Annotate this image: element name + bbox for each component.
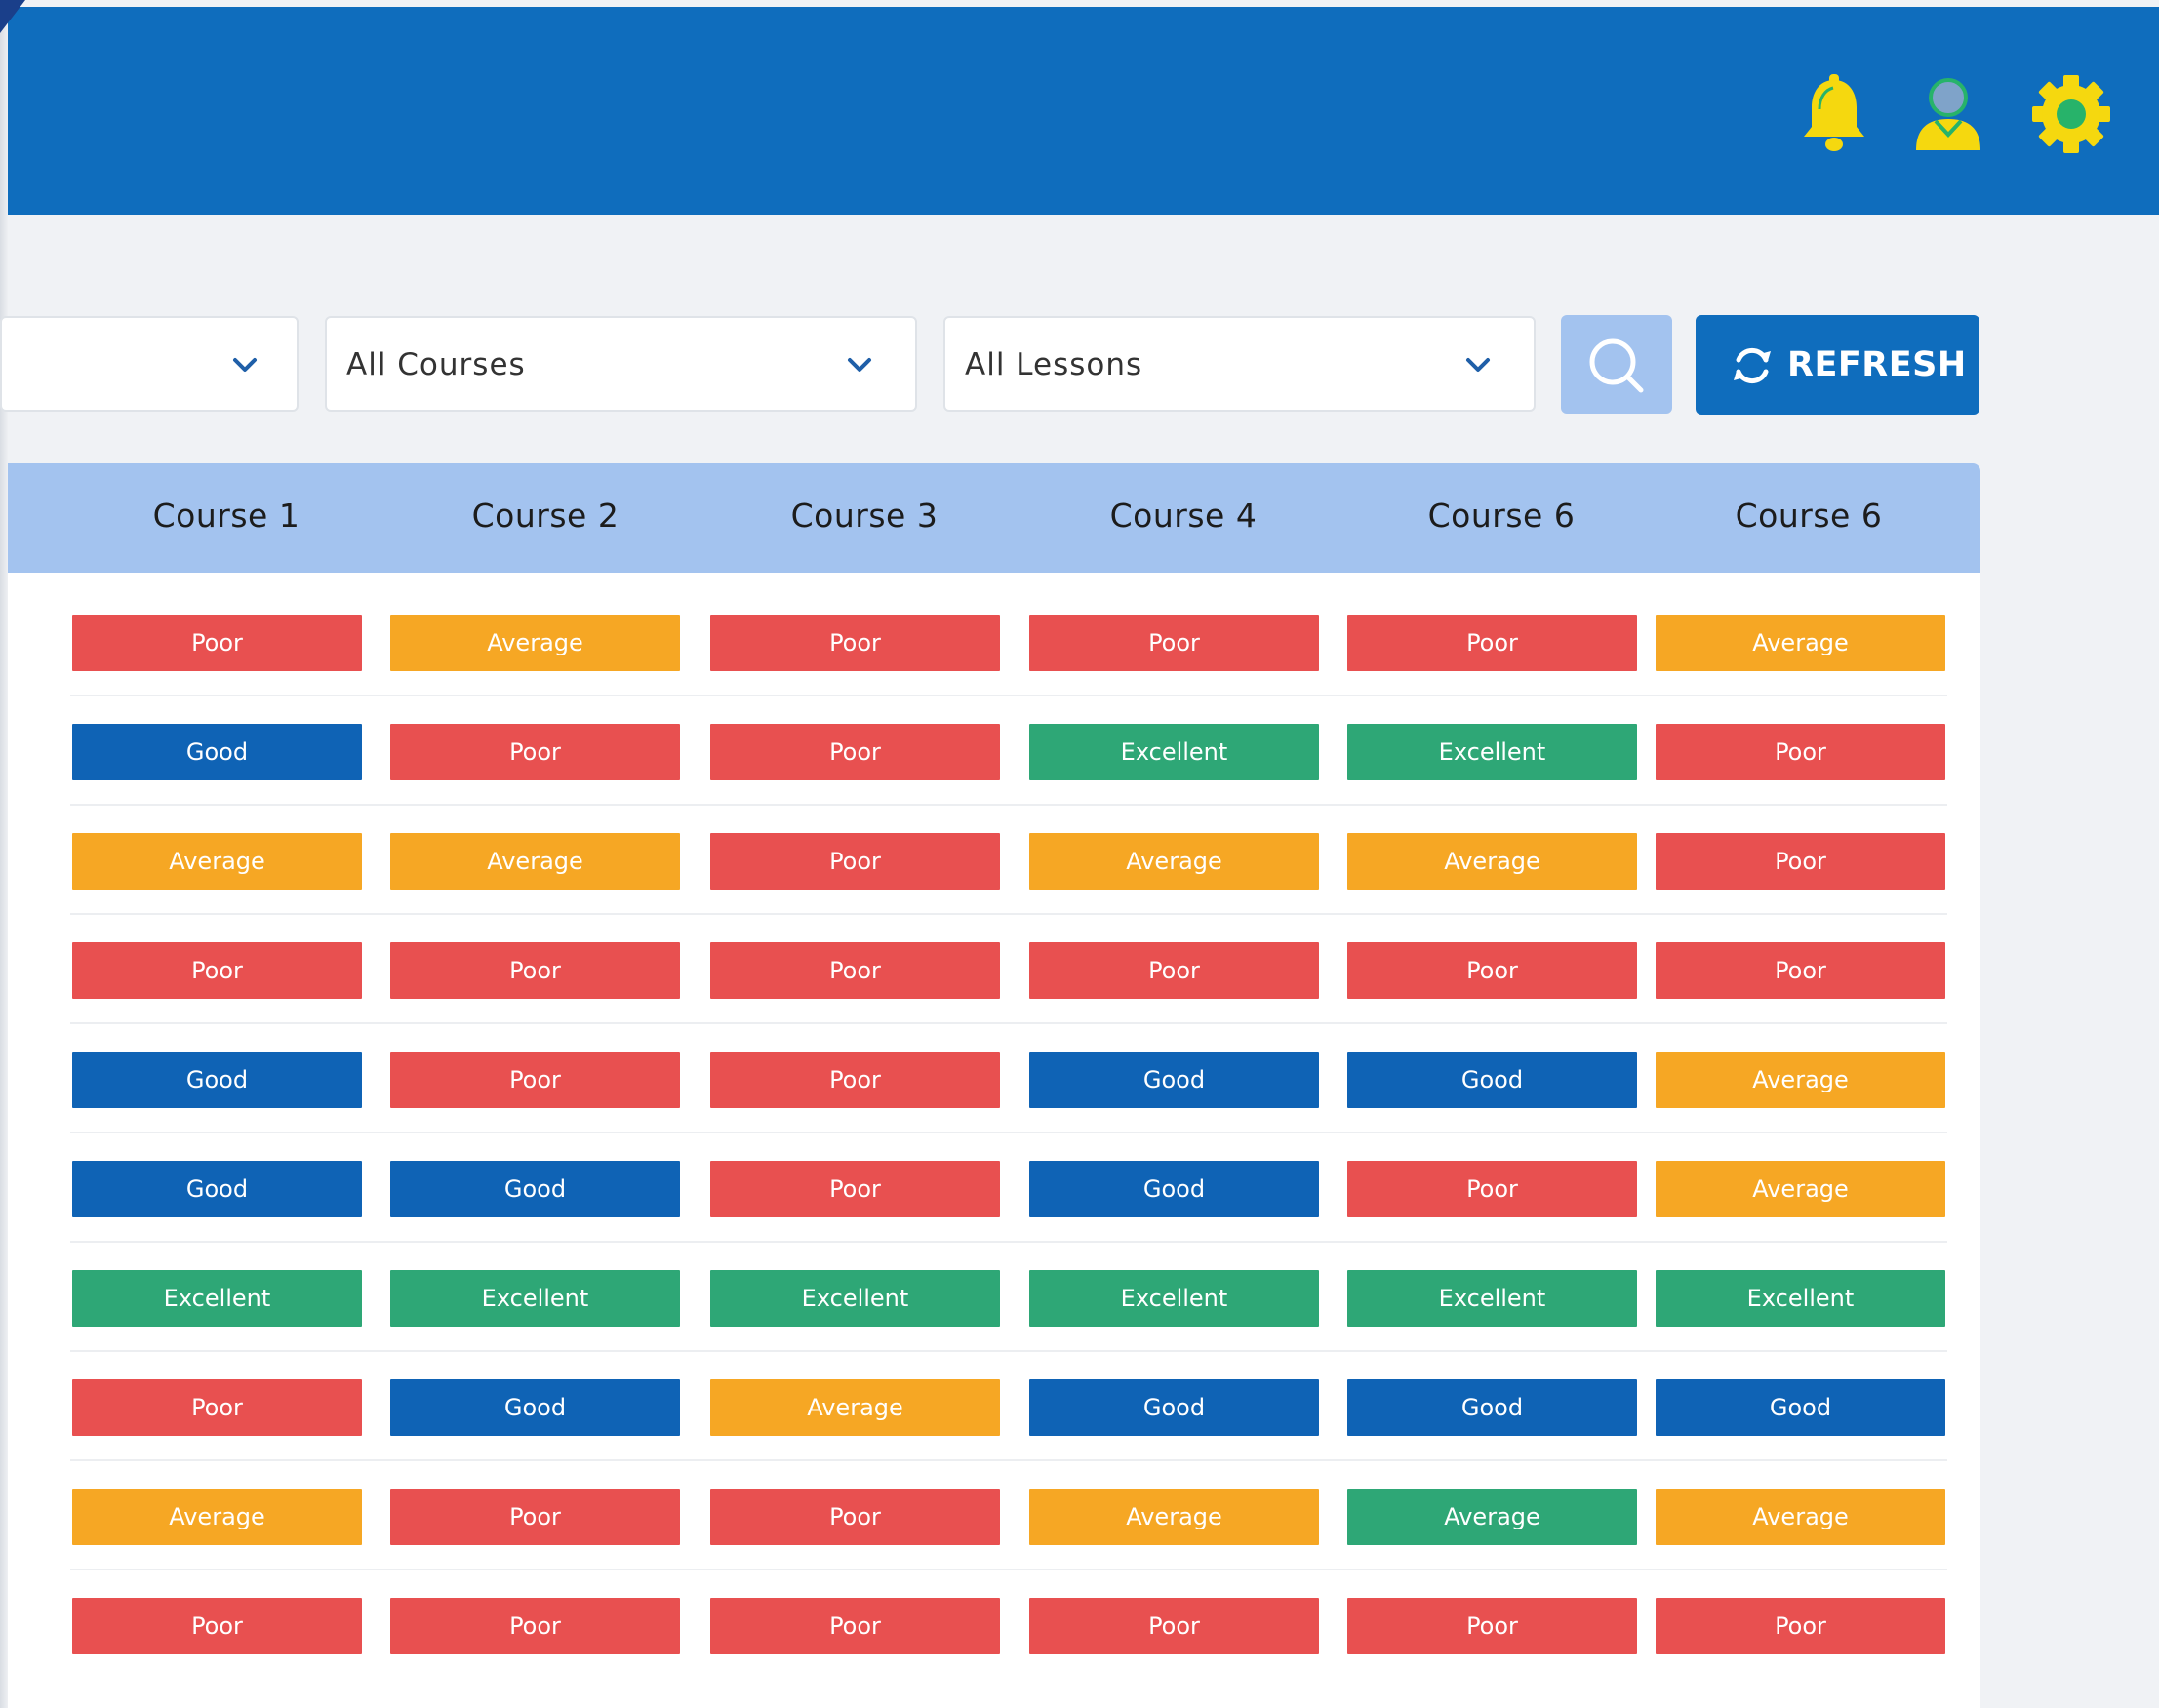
grade-badge: Poor: [1656, 1598, 1945, 1654]
grade-badge: Average: [1656, 1161, 1945, 1217]
grade-badge: Poor: [72, 942, 362, 999]
grade-badge: Poor: [710, 615, 1000, 671]
filter-select-1[interactable]: [0, 316, 299, 412]
grade-badge: Average: [1656, 1489, 1945, 1545]
grade-badge: Excellent: [1347, 1270, 1637, 1327]
grade-badge: Good: [72, 1161, 362, 1217]
grade-badge: Poor: [1029, 1598, 1319, 1654]
grade-badge: Poor: [1656, 724, 1945, 780]
row-divider: [70, 1241, 1947, 1243]
grade-badge: Good: [72, 724, 362, 780]
row-divider: [70, 1350, 1947, 1352]
grade-badge: Good: [1029, 1161, 1319, 1217]
courses-select-value: All Courses: [346, 347, 526, 382]
courses-select[interactable]: All Courses: [325, 316, 917, 412]
grade-badge: Average: [1656, 1052, 1945, 1108]
refresh-button[interactable]: REFRESH: [1696, 315, 1979, 415]
gear-icon[interactable]: [2031, 70, 2111, 158]
row-divider: [70, 695, 1947, 696]
row-divider: [70, 1132, 1947, 1133]
grade-badge: Poor: [390, 1052, 680, 1108]
grade-badge: Average: [72, 833, 362, 890]
table-header-row: Course 1 Course 2 Course 3 Course 4 Cour…: [8, 463, 1980, 573]
grade-badge: Average: [710, 1379, 1000, 1436]
grade-badge: Average: [1029, 833, 1319, 890]
column-header-course-1[interactable]: Course 1: [80, 497, 373, 535]
grade-badge: Poor: [1656, 833, 1945, 890]
grade-badge: Poor: [72, 1598, 362, 1654]
grade-badge: Poor: [710, 1598, 1000, 1654]
grade-badge: Excellent: [1656, 1270, 1945, 1327]
grade-badge: Excellent: [1347, 724, 1637, 780]
grade-badge: Good: [72, 1052, 362, 1108]
grade-badge: Poor: [710, 724, 1000, 780]
grade-badge: Average: [390, 615, 680, 671]
grade-badge: Poor: [1347, 942, 1637, 999]
chevron-down-icon: [1465, 355, 1491, 375]
row-divider: [70, 804, 1947, 806]
grade-badge: Poor: [1029, 942, 1319, 999]
grade-badge: Good: [1029, 1379, 1319, 1436]
grade-badge: Poor: [710, 1489, 1000, 1545]
row-divider: [70, 1022, 1947, 1024]
grade-badge: Average: [1029, 1489, 1319, 1545]
grade-badge: Poor: [72, 1379, 362, 1436]
grade-badge: Poor: [72, 615, 362, 671]
corner-mark: [0, 0, 25, 33]
grade-badge: Good: [390, 1161, 680, 1217]
grade-badge: Poor: [1347, 615, 1637, 671]
column-header-course-6[interactable]: Course 6: [1355, 497, 1648, 535]
row-divider: [70, 913, 1947, 915]
lessons-select[interactable]: All Lessons: [943, 316, 1536, 412]
grade-badge: Good: [1029, 1052, 1319, 1108]
grade-badge: Good: [390, 1379, 680, 1436]
grade-badge: Average: [72, 1489, 362, 1545]
grade-badge: Poor: [390, 724, 680, 780]
lessons-select-value: All Lessons: [965, 347, 1143, 382]
grade-badge: Poor: [390, 1489, 680, 1545]
grade-badge: Poor: [1347, 1161, 1637, 1217]
refresh-icon: [1729, 342, 1776, 389]
grade-badge: Good: [1347, 1379, 1637, 1436]
column-header-course-6b[interactable]: Course 6: [1662, 497, 1955, 535]
grade-badge: Average: [1347, 833, 1637, 890]
column-header-course-2[interactable]: Course 2: [399, 497, 692, 535]
grade-badge: Poor: [710, 1052, 1000, 1108]
grade-badge: Poor: [1347, 1598, 1637, 1654]
grade-badge: Poor: [710, 833, 1000, 890]
row-divider: [70, 1569, 1947, 1570]
grade-badge: Good: [1347, 1052, 1637, 1108]
grade-badge: Poor: [1656, 942, 1945, 999]
grade-badge: Excellent: [1029, 1270, 1319, 1327]
grade-badge: Poor: [390, 942, 680, 999]
chevron-down-icon: [232, 355, 258, 375]
grade-badge: Poor: [1029, 615, 1319, 671]
bell-icon[interactable]: [1794, 70, 1874, 158]
refresh-button-label: REFRESH: [1787, 345, 1967, 384]
grade-badge: Poor: [390, 1598, 680, 1654]
grade-badge: Good: [1656, 1379, 1945, 1436]
grade-badge: Excellent: [390, 1270, 680, 1327]
column-header-course-4[interactable]: Course 4: [1037, 497, 1330, 535]
page-left-edge: [0, 0, 8, 1708]
grade-badge: Average: [390, 833, 680, 890]
grade-badge: Excellent: [710, 1270, 1000, 1327]
search-button[interactable]: [1561, 315, 1672, 414]
chevron-down-icon: [847, 355, 872, 375]
grade-badge: Excellent: [72, 1270, 362, 1327]
row-divider: [70, 1459, 1947, 1461]
grade-badge: Average: [1656, 615, 1945, 671]
grade-badge: Poor: [710, 1161, 1000, 1217]
grade-badge: Excellent: [1029, 724, 1319, 780]
grade-badge: Average: [1347, 1489, 1637, 1545]
grade-badge: Poor: [710, 942, 1000, 999]
user-icon[interactable]: [1908, 70, 1988, 158]
search-icon: [1589, 338, 1644, 393]
column-header-course-3[interactable]: Course 3: [718, 497, 1011, 535]
